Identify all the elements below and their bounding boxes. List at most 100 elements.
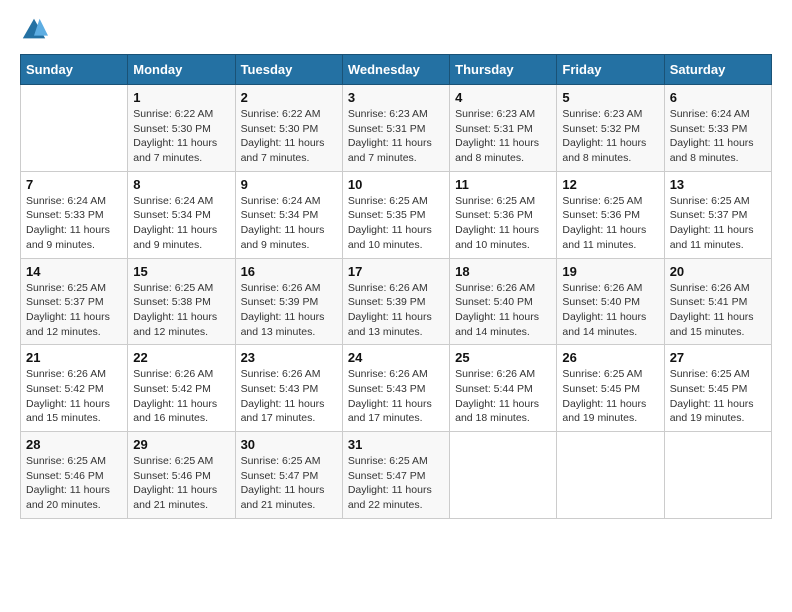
calendar-cell: 2Sunrise: 6:22 AM Sunset: 5:30 PM Daylig… <box>235 85 342 172</box>
day-info: Sunrise: 6:25 AM Sunset: 5:35 PM Dayligh… <box>348 194 444 253</box>
day-info: Sunrise: 6:24 AM Sunset: 5:34 PM Dayligh… <box>241 194 337 253</box>
day-number: 12 <box>562 177 658 192</box>
page-header <box>20 16 772 44</box>
calendar-cell: 22 Sunrise: 6:26 AM Sunset: 5:42 PM Dayli… <box>128 345 235 432</box>
day-number: 28 <box>26 437 122 452</box>
calendar-cell: 24 Sunrise: 6:26 AM Sunset: 5:43 PM Dayli… <box>342 345 449 432</box>
day-info: Sunrise: 6:24 AM Sunset: 5:33 PM Dayligh… <box>26 194 122 253</box>
day-number: 17 <box>348 264 444 279</box>
day-number: 7 <box>26 177 122 192</box>
day-number: 26 <box>562 350 658 365</box>
day-number: 15 <box>133 264 229 279</box>
calendar-cell: 27 Sunrise: 6:25 AM Sunset: 5:45 PM Dayli… <box>664 345 771 432</box>
day-number: 3 <box>348 90 444 105</box>
day-info: Sunrise: 6:25 AM Sunset: 5:47 PM Dayligh… <box>348 454 444 513</box>
day-info: Sunrise: 6:26 AM Sunset: 5:39 PM Dayligh… <box>241 281 337 340</box>
calendar-cell: 18 Sunrise: 6:26 AM Sunset: 5:40 PM Dayli… <box>450 258 557 345</box>
logo <box>20 16 52 44</box>
day-number: 27 <box>670 350 766 365</box>
calendar-week-row: 7 Sunrise: 6:24 AM Sunset: 5:33 PM Daylig… <box>21 171 772 258</box>
header-monday: Monday <box>128 55 235 85</box>
day-number: 1 <box>133 90 229 105</box>
day-info: Sunrise: 6:26 AM Sunset: 5:43 PM Dayligh… <box>241 367 337 426</box>
day-info: Sunrise: 6:25 AM Sunset: 5:37 PM Dayligh… <box>670 194 766 253</box>
calendar-cell: 15 Sunrise: 6:25 AM Sunset: 5:38 PM Dayli… <box>128 258 235 345</box>
calendar-cell: 6Sunrise: 6:24 AM Sunset: 5:33 PM Daylig… <box>664 85 771 172</box>
day-number: 13 <box>670 177 766 192</box>
calendar-cell <box>450 432 557 519</box>
day-number: 29 <box>133 437 229 452</box>
day-info: Sunrise: 6:26 AM Sunset: 5:39 PM Dayligh… <box>348 281 444 340</box>
calendar-header-row: SundayMondayTuesdayWednesdayThursdayFrid… <box>21 55 772 85</box>
header-thursday: Thursday <box>450 55 557 85</box>
day-info: Sunrise: 6:25 AM Sunset: 5:45 PM Dayligh… <box>562 367 658 426</box>
calendar-cell: 12Sunrise: 6:25 AM Sunset: 5:36 PM Dayli… <box>557 171 664 258</box>
calendar-cell: 21 Sunrise: 6:26 AM Sunset: 5:42 PM Dayli… <box>21 345 128 432</box>
calendar-week-row: 1Sunrise: 6:22 AM Sunset: 5:30 PM Daylig… <box>21 85 772 172</box>
calendar-cell <box>21 85 128 172</box>
day-info: Sunrise: 6:25 AM Sunset: 5:37 PM Dayligh… <box>26 281 122 340</box>
day-info: Sunrise: 6:26 AM Sunset: 5:42 PM Dayligh… <box>26 367 122 426</box>
day-number: 31 <box>348 437 444 452</box>
day-number: 20 <box>670 264 766 279</box>
day-number: 10 <box>348 177 444 192</box>
calendar-cell: 5Sunrise: 6:23 AM Sunset: 5:32 PM Daylig… <box>557 85 664 172</box>
calendar-cell: 8Sunrise: 6:24 AM Sunset: 5:34 PM Daylig… <box>128 171 235 258</box>
calendar-cell <box>664 432 771 519</box>
day-number: 18 <box>455 264 551 279</box>
day-number: 24 <box>348 350 444 365</box>
header-tuesday: Tuesday <box>235 55 342 85</box>
day-info: Sunrise: 6:26 AM Sunset: 5:42 PM Dayligh… <box>133 367 229 426</box>
calendar-week-row: 21 Sunrise: 6:26 AM Sunset: 5:42 PM Dayli… <box>21 345 772 432</box>
day-number: 16 <box>241 264 337 279</box>
day-info: Sunrise: 6:25 AM Sunset: 5:38 PM Dayligh… <box>133 281 229 340</box>
day-info: Sunrise: 6:23 AM Sunset: 5:32 PM Dayligh… <box>562 107 658 166</box>
day-info: Sunrise: 6:26 AM Sunset: 5:40 PM Dayligh… <box>562 281 658 340</box>
day-info: Sunrise: 6:25 AM Sunset: 5:46 PM Dayligh… <box>26 454 122 513</box>
day-info: Sunrise: 6:26 AM Sunset: 5:43 PM Dayligh… <box>348 367 444 426</box>
day-info: Sunrise: 6:25 AM Sunset: 5:36 PM Dayligh… <box>455 194 551 253</box>
calendar-cell: 4 Sunrise: 6:23 AM Sunset: 5:31 PM Daylig… <box>450 85 557 172</box>
calendar-cell: 20 Sunrise: 6:26 AM Sunset: 5:41 PM Dayli… <box>664 258 771 345</box>
calendar-cell: 1Sunrise: 6:22 AM Sunset: 5:30 PM Daylig… <box>128 85 235 172</box>
calendar-cell: 11 Sunrise: 6:25 AM Sunset: 5:36 PM Dayli… <box>450 171 557 258</box>
day-number: 22 <box>133 350 229 365</box>
day-number: 14 <box>26 264 122 279</box>
calendar-cell: 10 Sunrise: 6:25 AM Sunset: 5:35 PM Dayli… <box>342 171 449 258</box>
day-number: 23 <box>241 350 337 365</box>
day-number: 11 <box>455 177 551 192</box>
header-sunday: Sunday <box>21 55 128 85</box>
calendar-week-row: 28 Sunrise: 6:25 AM Sunset: 5:46 PM Dayli… <box>21 432 772 519</box>
calendar-cell: 16 Sunrise: 6:26 AM Sunset: 5:39 PM Dayli… <box>235 258 342 345</box>
calendar-cell: 9 Sunrise: 6:24 AM Sunset: 5:34 PM Daylig… <box>235 171 342 258</box>
day-info: Sunrise: 6:26 AM Sunset: 5:41 PM Dayligh… <box>670 281 766 340</box>
calendar-cell: 31 Sunrise: 6:25 AM Sunset: 5:47 PM Dayli… <box>342 432 449 519</box>
calendar-cell: 3 Sunrise: 6:23 AM Sunset: 5:31 PM Daylig… <box>342 85 449 172</box>
day-info: Sunrise: 6:26 AM Sunset: 5:44 PM Dayligh… <box>455 367 551 426</box>
calendar-cell: 29 Sunrise: 6:25 AM Sunset: 5:46 PM Dayli… <box>128 432 235 519</box>
day-info: Sunrise: 6:23 AM Sunset: 5:31 PM Dayligh… <box>348 107 444 166</box>
day-number: 4 <box>455 90 551 105</box>
day-info: Sunrise: 6:24 AM Sunset: 5:33 PM Dayligh… <box>670 107 766 166</box>
day-number: 30 <box>241 437 337 452</box>
day-number: 25 <box>455 350 551 365</box>
day-info: Sunrise: 6:23 AM Sunset: 5:31 PM Dayligh… <box>455 107 551 166</box>
calendar-cell: 13 Sunrise: 6:25 AM Sunset: 5:37 PM Dayli… <box>664 171 771 258</box>
calendar-cell: 7 Sunrise: 6:24 AM Sunset: 5:33 PM Daylig… <box>21 171 128 258</box>
calendar-cell: 19 Sunrise: 6:26 AM Sunset: 5:40 PM Dayli… <box>557 258 664 345</box>
day-info: Sunrise: 6:26 AM Sunset: 5:40 PM Dayligh… <box>455 281 551 340</box>
calendar-table: SundayMondayTuesdayWednesdayThursdayFrid… <box>20 54 772 519</box>
header-saturday: Saturday <box>664 55 771 85</box>
day-info: Sunrise: 6:25 AM Sunset: 5:46 PM Dayligh… <box>133 454 229 513</box>
calendar-cell: 17 Sunrise: 6:26 AM Sunset: 5:39 PM Dayli… <box>342 258 449 345</box>
day-number: 21 <box>26 350 122 365</box>
header-wednesday: Wednesday <box>342 55 449 85</box>
calendar-cell: 14 Sunrise: 6:25 AM Sunset: 5:37 PM Dayli… <box>21 258 128 345</box>
calendar-cell <box>557 432 664 519</box>
day-number: 2 <box>241 90 337 105</box>
calendar-cell: 28 Sunrise: 6:25 AM Sunset: 5:46 PM Dayli… <box>21 432 128 519</box>
day-number: 19 <box>562 264 658 279</box>
day-number: 9 <box>241 177 337 192</box>
logo-icon <box>20 16 48 44</box>
day-info: Sunrise: 6:25 AM Sunset: 5:45 PM Dayligh… <box>670 367 766 426</box>
